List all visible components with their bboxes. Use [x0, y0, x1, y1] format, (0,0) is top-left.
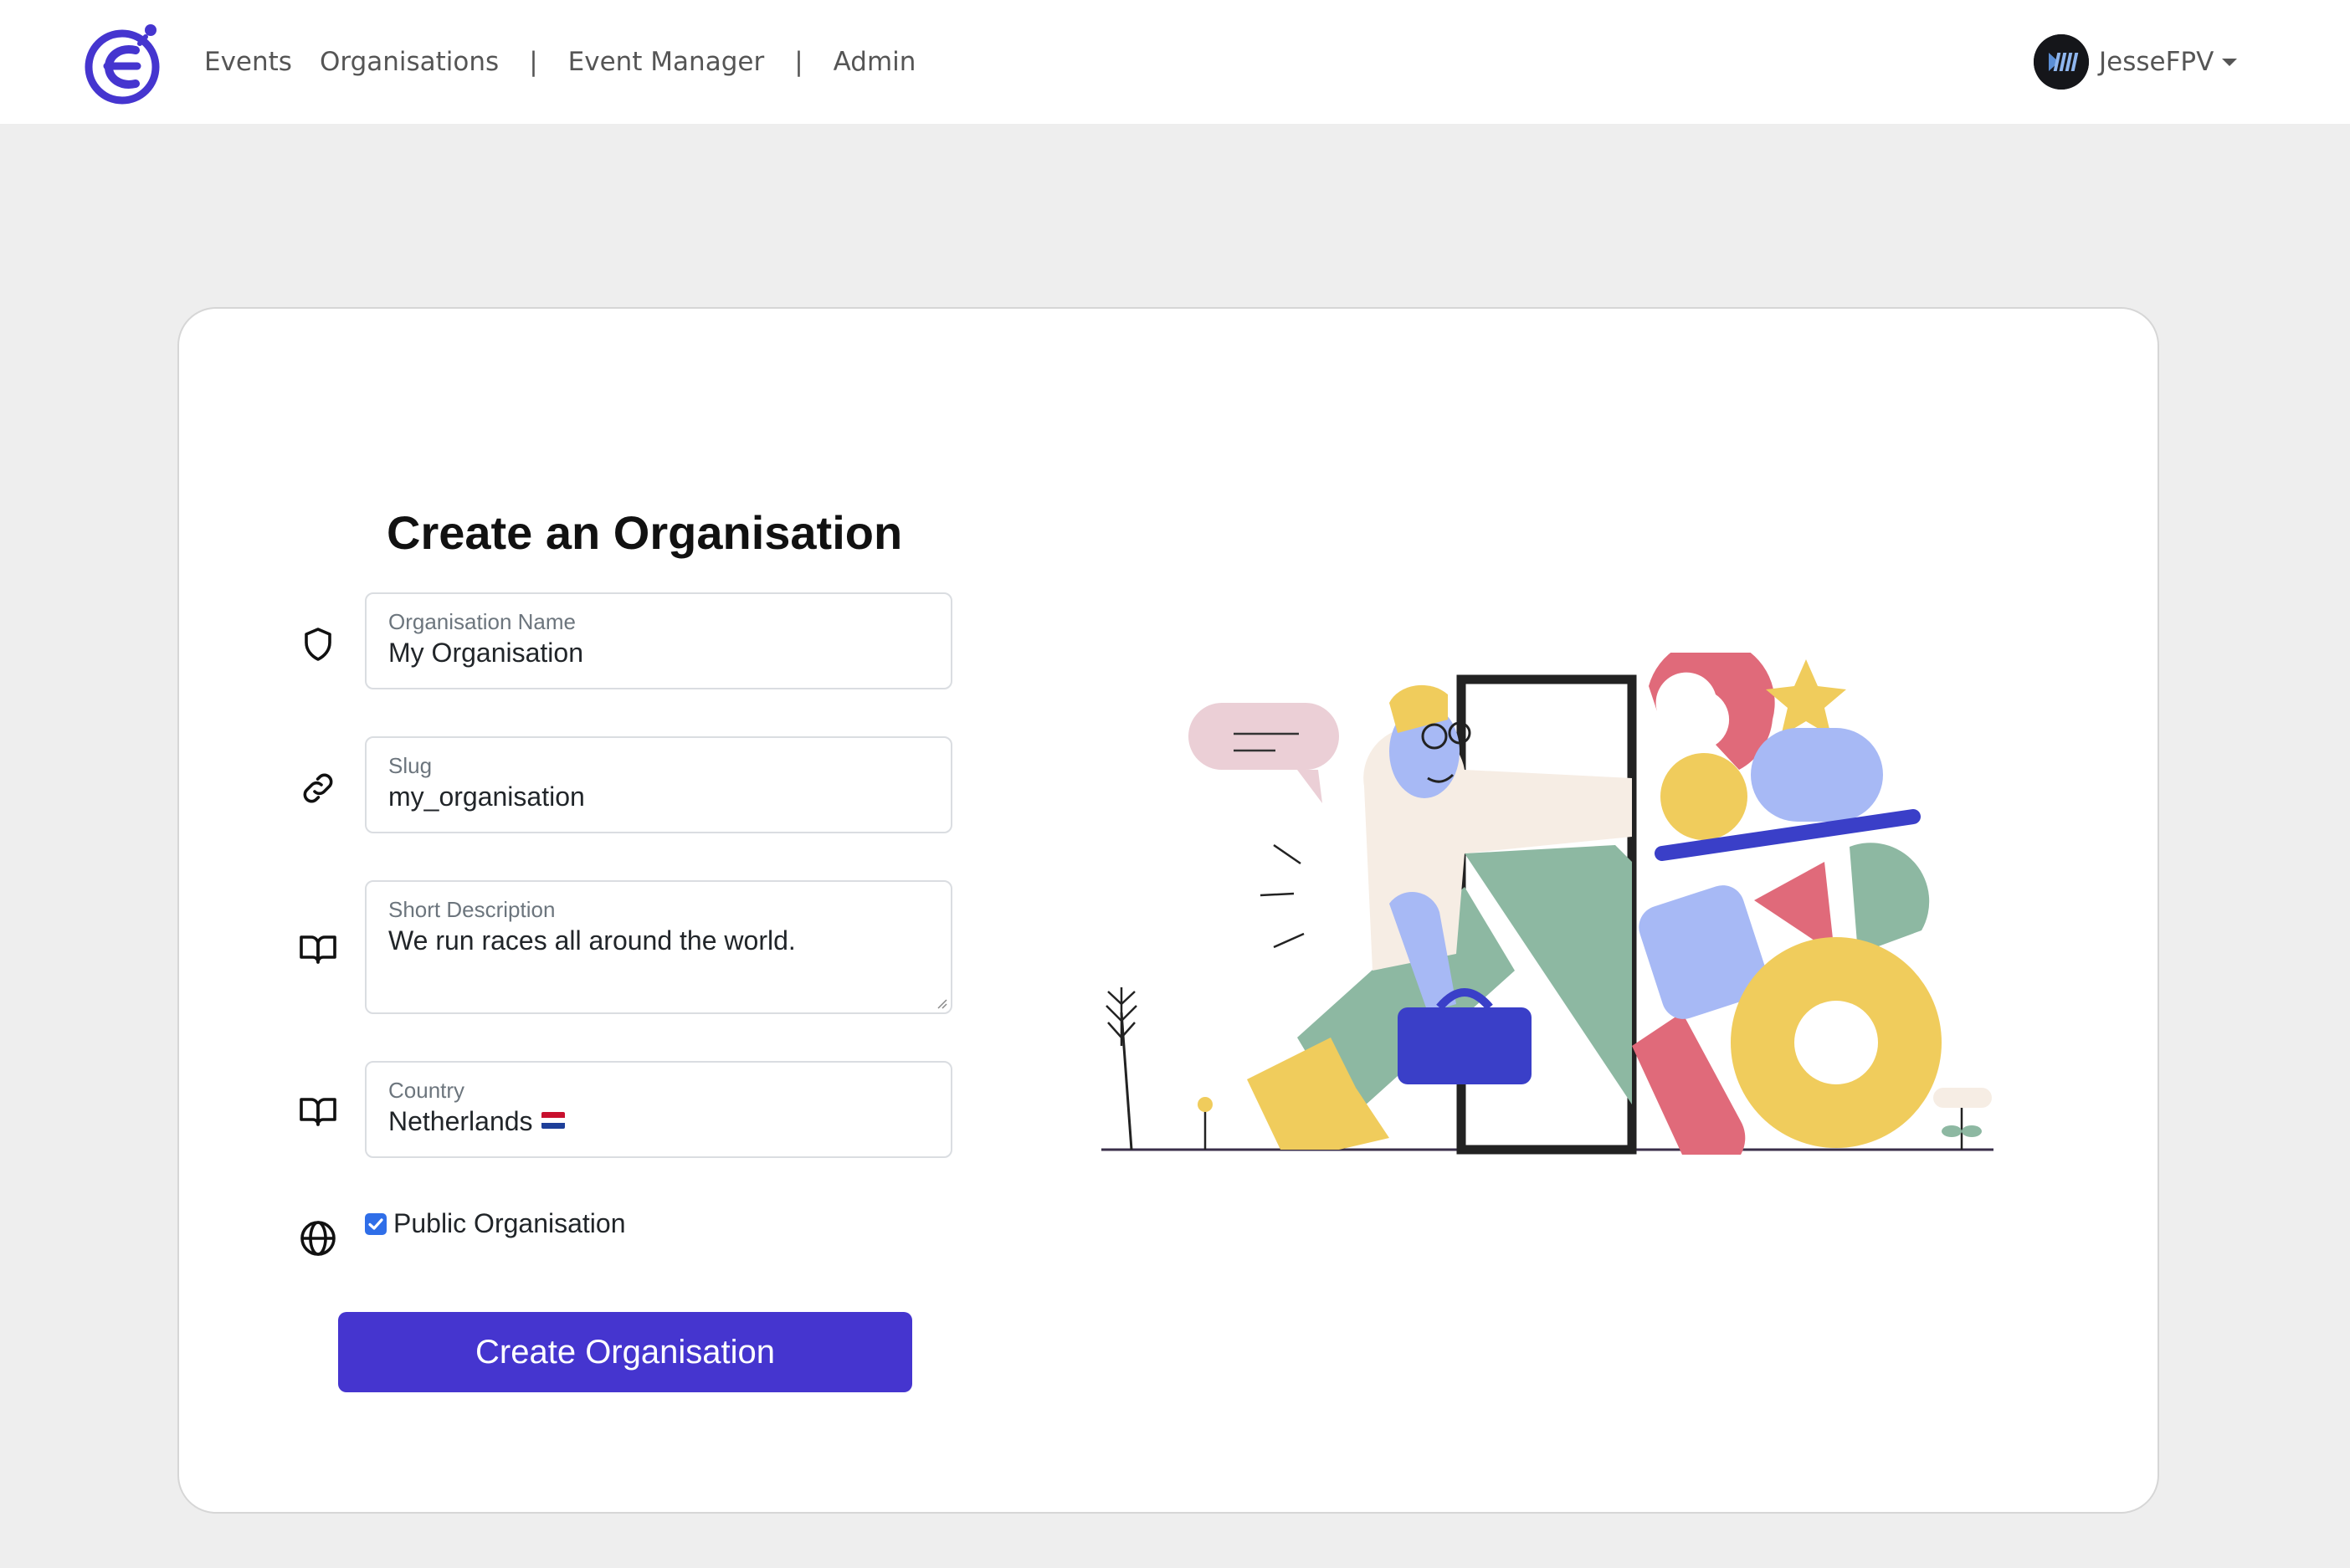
book-open-icon	[300, 1098, 336, 1126]
netherlands-flag-icon	[541, 1112, 565, 1129]
user-name: JesseFPV	[2099, 47, 2214, 77]
nav-link-admin[interactable]: Admin	[834, 47, 916, 77]
field-label: Country	[388, 1078, 465, 1103]
organisation-name-field[interactable]: Organisation Name My Organisation	[365, 592, 952, 689]
page-title: Create an Organisation	[387, 506, 903, 559]
slug-field[interactable]: Slug my_organisation	[365, 736, 952, 833]
book-open-icon	[300, 935, 336, 964]
short-description-textarea[interactable]: Short Description We run races all aroun…	[365, 880, 952, 1014]
field-label: Short Description	[388, 897, 556, 922]
public-organisation-checkbox[interactable]	[365, 1213, 387, 1235]
organisation-name-input[interactable]: My Organisation	[388, 638, 583, 669]
nav-link-event-manager[interactable]: Event Manager	[568, 47, 765, 77]
country-name: Netherlands	[388, 1106, 533, 1136]
nav-link-organisations[interactable]: Organisations	[320, 47, 499, 77]
user-avatar-icon	[2034, 34, 2089, 90]
user-menu-dropdown[interactable]: JesseFPV	[2034, 33, 2238, 90]
field-label: Organisation Name	[388, 609, 576, 634]
nav-separator: |	[529, 47, 538, 77]
field-label: Slug	[388, 753, 433, 778]
create-organisation-button[interactable]: Create Organisation	[338, 1312, 912, 1392]
nav-links: Events Organisations | Event Manager | A…	[204, 0, 943, 124]
shield-icon	[305, 628, 331, 661]
link-icon	[303, 773, 333, 803]
nav-separator: |	[794, 47, 803, 77]
slug-input[interactable]: my_organisation	[388, 781, 585, 812]
globe-icon	[300, 1221, 336, 1256]
stopwatch-logo-icon[interactable]	[84, 18, 167, 105]
person-with-shapes-illustration	[1101, 653, 1993, 1155]
public-organisation-label[interactable]: Public Organisation	[393, 1208, 625, 1239]
nav-link-events[interactable]: Events	[204, 47, 292, 77]
resize-handle-icon[interactable]	[934, 996, 947, 1009]
top-navbar: Events Organisations | Event Manager | A…	[0, 0, 2350, 124]
chevron-down-icon	[2222, 58, 2238, 66]
checkmark-icon	[368, 1218, 383, 1230]
short-description-input[interactable]: We run races all around the world.	[388, 925, 796, 956]
country-select[interactable]: Country Netherlands	[365, 1061, 952, 1158]
country-value: Netherlands	[388, 1106, 565, 1137]
